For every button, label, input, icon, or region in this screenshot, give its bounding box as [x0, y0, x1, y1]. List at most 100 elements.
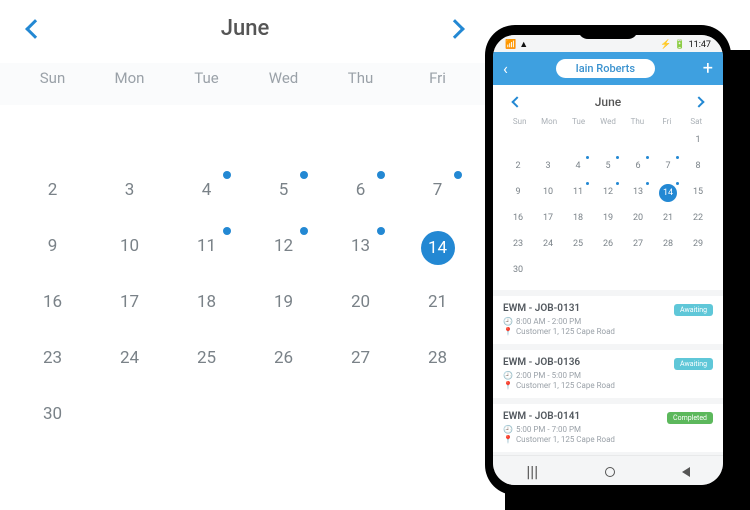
mobile-calendar-day[interactable]: 12	[593, 184, 623, 200]
calendar-day[interactable]: 6	[322, 175, 399, 205]
event-dot-icon	[223, 171, 231, 179]
calendar-day[interactable]: 19	[245, 287, 322, 317]
mobile-calendar-day[interactable]: 17	[533, 210, 563, 226]
mobile-calendar-day	[593, 132, 623, 148]
calendar-day[interactable]: 20	[322, 287, 399, 317]
event-dot-icon	[616, 156, 619, 159]
calendar-day[interactable]: 26	[245, 343, 322, 373]
mobile-calendar-day[interactable]: 15	[683, 184, 713, 200]
calendar-day[interactable]: 3	[91, 175, 168, 205]
mobile-calendar-day[interactable]: 10	[533, 184, 563, 200]
mobile-next-month-button[interactable]	[693, 96, 704, 107]
calendar-day[interactable]: 28	[399, 343, 476, 373]
mobile-calendar-day[interactable]: 29	[683, 236, 713, 252]
recent-apps-button[interactable]: |||	[526, 462, 538, 481]
calendar-day[interactable]: 30	[14, 399, 91, 429]
user-pill[interactable]: Iain Roberts	[556, 59, 655, 78]
calendar-day[interactable]: 5	[245, 175, 322, 205]
calendar-day[interactable]: 24	[91, 343, 168, 373]
calendar-day[interactable]: 13	[322, 231, 399, 261]
event-dot-icon	[300, 227, 308, 235]
mobile-calendar-day[interactable]: 28	[653, 236, 683, 252]
calendar-day[interactable]: 12	[245, 231, 322, 261]
mobile-calendar-day[interactable]: 18	[563, 210, 593, 226]
mobile-calendar-day[interactable]: 13	[623, 184, 653, 200]
calendar-grid: 2345679101112131416171819202123242526272…	[0, 105, 490, 443]
app-header: ‹ Iain Roberts +	[493, 52, 723, 85]
calendar-day[interactable]: 4	[168, 175, 245, 205]
event-dot-icon	[646, 182, 649, 185]
mobile-calendar-day	[593, 262, 623, 278]
calendar-day[interactable]: 14	[399, 231, 476, 261]
event-dot-icon	[646, 156, 649, 159]
mobile-calendar-day[interactable]: 16	[503, 210, 533, 226]
mobile-calendar-day[interactable]: 8	[683, 158, 713, 174]
status-badge: Awaiting	[674, 358, 713, 370]
mobile-calendar-day[interactable]: 19	[593, 210, 623, 226]
pin-icon: 📍	[503, 381, 513, 390]
mobile-calendar-day[interactable]: 4	[563, 158, 593, 174]
mobile-calendar-day	[653, 132, 683, 148]
mobile-calendar-day[interactable]: 27	[623, 236, 653, 252]
calendar-day[interactable]: 25	[168, 343, 245, 373]
clock-icon: 🕘	[503, 317, 513, 326]
event-dot-icon	[586, 156, 589, 159]
job-location-row: 📍Customer 1, 125 Cape Road	[503, 327, 713, 336]
job-card[interactable]: EWM - JOB-0136🕘2:00 PM - 5:00 PM📍Custome…	[493, 350, 723, 398]
job-card[interactable]: EWM - JOB-0141🕘5:00 PM - 7:00 PM📍Custome…	[493, 404, 723, 452]
weekday-label: Fri	[399, 69, 476, 87]
mobile-calendar-day[interactable]: 14	[653, 184, 683, 200]
mobile-calendar-day	[623, 132, 653, 148]
calendar-day[interactable]: 16	[14, 287, 91, 317]
mobile-calendar-day[interactable]: 30	[503, 262, 533, 278]
back-nav-button[interactable]	[682, 467, 690, 477]
prev-month-button[interactable]	[25, 19, 45, 39]
mobile-calendar-day[interactable]: 22	[683, 210, 713, 226]
weekday-label: Sun	[14, 69, 91, 87]
mobile-calendar-day[interactable]: 1	[683, 132, 713, 148]
calendar-day[interactable]: 10	[91, 231, 168, 261]
next-month-button[interactable]	[445, 19, 465, 39]
mobile-calendar-day[interactable]: 7	[653, 158, 683, 174]
weekday-label: Mon	[91, 69, 168, 87]
calendar-day	[399, 119, 476, 149]
mobile-calendar-day[interactable]: 2	[503, 158, 533, 174]
mobile-prev-month-button[interactable]	[511, 96, 522, 107]
volte-icon: ⚡	[660, 40, 671, 50]
mobile-calendar-day[interactable]: 6	[623, 158, 653, 174]
event-dot-icon	[616, 182, 619, 185]
calendar-day	[245, 399, 322, 429]
event-dot-icon	[676, 182, 679, 185]
mobile-calendar-day[interactable]: 21	[653, 210, 683, 226]
mobile-weekday-row: SunMonTueWedThuFriSat	[503, 117, 713, 132]
mobile-calendar-day[interactable]: 24	[533, 236, 563, 252]
job-card[interactable]: EWM - JOB-0131🕘8:00 AM - 2:00 PM📍Custome…	[493, 296, 723, 344]
calendar-day[interactable]: 21	[399, 287, 476, 317]
calendar-day[interactable]: 23	[14, 343, 91, 373]
calendar-day[interactable]: 27	[322, 343, 399, 373]
mobile-calendar-day[interactable]: 9	[503, 184, 533, 200]
calendar-day[interactable]: 7	[399, 175, 476, 205]
mobile-calendar-day[interactable]: 25	[563, 236, 593, 252]
mobile-calendar-day[interactable]: 26	[593, 236, 623, 252]
mobile-calendar-day[interactable]: 11	[563, 184, 593, 200]
mobile-calendar-day	[653, 262, 683, 278]
calendar-day[interactable]: 18	[168, 287, 245, 317]
mobile-calendar-day[interactable]: 20	[623, 210, 653, 226]
calendar-day[interactable]: 2	[14, 175, 91, 205]
back-button[interactable]: ‹	[503, 59, 508, 78]
mobile-calendar-grid: 1234567891011121314151617181920212223242…	[503, 132, 713, 278]
event-dot-icon	[676, 156, 679, 159]
mobile-calendar-day[interactable]: 23	[503, 236, 533, 252]
calendar-day[interactable]: 11	[168, 231, 245, 261]
mobile-calendar-day	[683, 262, 713, 278]
calendar-day	[168, 399, 245, 429]
mobile-calendar-day[interactable]: 3	[533, 158, 563, 174]
calendar-day[interactable]: 9	[14, 231, 91, 261]
home-button[interactable]	[605, 467, 615, 477]
event-dot-icon	[454, 171, 462, 179]
mobile-calendar-day[interactable]: 5	[593, 158, 623, 174]
event-dot-icon	[452, 229, 460, 237]
add-button[interactable]: +	[703, 58, 713, 79]
calendar-day[interactable]: 17	[91, 287, 168, 317]
